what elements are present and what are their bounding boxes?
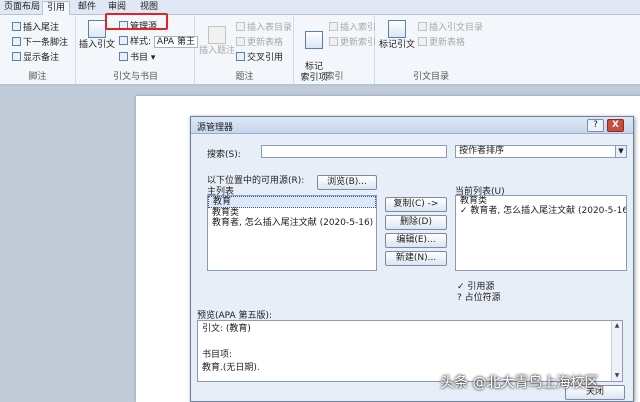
cross-reference-button[interactable]: 交叉引用 [236,52,283,64]
ribbon-tab-bar: 页面布局 引用 邮件 审阅 视图 [0,0,640,15]
ribbon: 页面布局 引用 邮件 审阅 视图 插入尾注 下一条脚注 显示备注 脚注 插入引文… [0,0,640,85]
close-icon[interactable]: X [607,119,624,132]
sort-select[interactable]: 按作者排序 ▼ [455,145,627,158]
style-icon [119,36,128,45]
delete-button[interactable]: 删除(D) [385,215,447,230]
tab-references[interactable]: 引用 [42,1,71,15]
watermark: 头条 @北大青鸟上海校区 [440,375,599,391]
list-item[interactable]: 教育类 [456,196,626,206]
tab-page-layout[interactable]: 页面布局 [0,1,44,15]
dialog-titlebar[interactable]: 源管理器 ? X [191,117,633,134]
show-notes-icon [12,52,21,61]
insert-endnote-button[interactable]: 插入尾注 [12,22,59,34]
update-toa-icon [418,37,427,46]
group-captions: 插入题注 插入表目录 更新表格 交叉引用 题注 [196,16,294,84]
list-item[interactable]: 教育者, 怎么插入尾注文献 (2020-5-16) [208,218,376,228]
insert-table-of-figures-button[interactable]: 插入表目录 [236,22,292,34]
preview-line: 书目项: [202,350,233,360]
preview-line [202,336,618,349]
list-item[interactable]: 教育 [208,196,376,208]
group-label-index: 索引 [325,72,344,82]
group-table-of-authorities: 标记引文 插入引文目录 更新表格 引文目录 [376,16,486,84]
citation-style-control[interactable]: 样式: APA 第王 [119,36,198,48]
mark-entry-icon [305,31,323,49]
next-footnote-icon [12,37,21,46]
group-index: 标记 索引项 插入索引 更新索引 索引 [295,16,376,84]
scroll-down-icon[interactable]: ▼ [612,371,622,381]
update-index-button[interactable]: 更新索引 [329,37,376,49]
legend-placeholder-source: ? 占位符源 [457,293,501,303]
highlight-annotation [105,13,168,30]
list-item[interactable]: 教育类 [208,208,376,218]
master-list[interactable]: 教育 教育类 教育者, 怎么插入尾注文献 (2020-5-16) [207,195,377,271]
insert-toa-icon [418,22,427,31]
endnote-icon [12,22,21,31]
help-icon[interactable]: ? [587,119,604,132]
mark-citation-icon [388,20,406,38]
preview-scrollbar[interactable]: ▲ ▼ [611,321,622,381]
bibliography-button[interactable]: 书目 ▾ [119,52,155,64]
bibliography-icon [119,52,128,61]
insert-caption-button[interactable]: 插入题注 [198,26,236,57]
scroll-up-icon[interactable]: ▲ [612,321,622,331]
table-of-figures-icon [236,22,245,31]
insert-index-button[interactable]: 插入索引 [329,22,376,34]
insert-caption-icon [208,26,226,44]
edit-button[interactable]: 编辑(E)... [385,233,447,248]
chevron-down-icon: ▼ [615,146,626,157]
copy-button[interactable]: 复制(C) -> [385,197,447,212]
current-list[interactable]: 教育类 ✓ 教育者, 怎么插入尾注文献 (2020-5-16) [455,195,627,271]
search-input[interactable] [261,145,447,158]
source-manager-dialog: 源管理器 ? X 搜索(S): 按作者排序 ▼ 以下位置中的可用源(R): 主列… [190,116,634,402]
update-icon [236,37,245,46]
preview-line: 引文: (教育) [202,324,251,334]
search-label: 搜索(S): [207,150,241,160]
update-toa-button[interactable]: 更新表格 [418,37,465,49]
next-footnote-button[interactable]: 下一条脚注 [12,37,68,49]
update-table-button[interactable]: 更新表格 [236,37,283,49]
tab-mailings[interactable]: 邮件 [74,1,100,15]
group-footnotes: 插入尾注 下一条脚注 显示备注 脚注 [0,16,76,84]
browse-button[interactable]: 浏览(B)... [317,175,377,190]
group-label-citations: 引文与书目 [112,72,158,82]
group-label-captions: 题注 [235,72,254,82]
dialog-title: 源管理器 [197,123,234,133]
group-label-footnotes: 脚注 [28,72,47,82]
insert-toa-button[interactable]: 插入引文目录 [418,22,483,34]
mark-citation-button[interactable]: 标记引文 [378,20,416,51]
show-notes-button[interactable]: 显示备注 [12,52,59,64]
group-label-toa: 引文目录 [412,72,449,82]
insert-index-icon [329,22,338,31]
new-button[interactable]: 新建(N)... [385,251,447,266]
citation-style-select[interactable]: APA 第王 [153,36,198,48]
cross-reference-icon [236,52,245,61]
insert-citation-icon [88,20,106,38]
update-index-icon [329,37,338,46]
list-item[interactable]: ✓ 教育者, 怎么插入尾注文献 (2020-5-16) [456,206,626,216]
